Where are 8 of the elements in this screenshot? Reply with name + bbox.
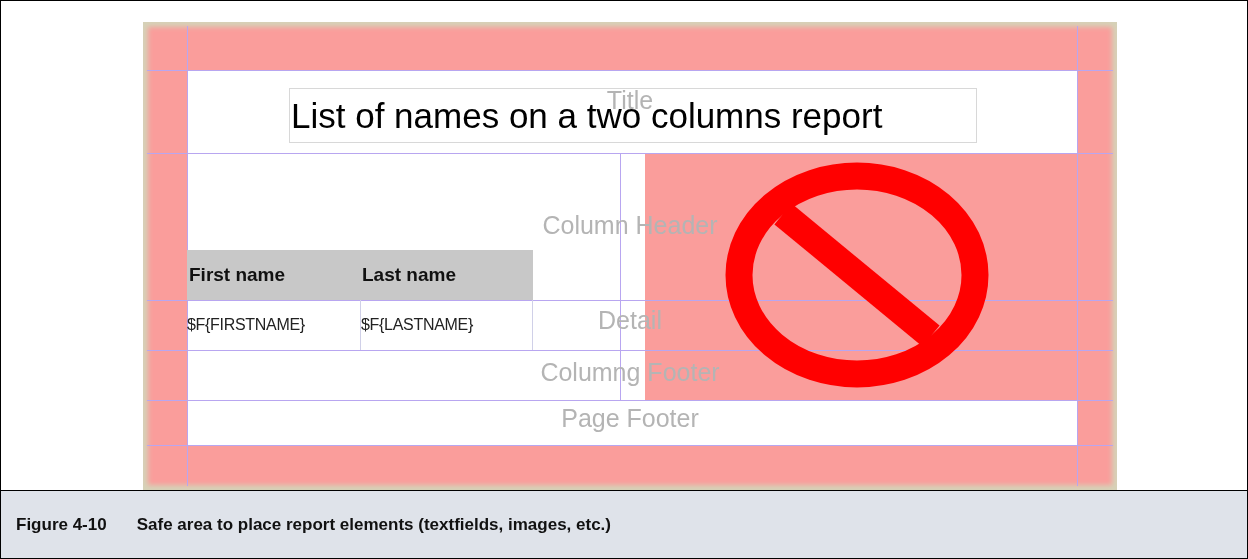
column-header-label[interactable]: First name — [189, 264, 286, 286]
detail-field[interactable]: $F{FIRSTNAME} — [187, 300, 361, 350]
figure-caption: Safe area to place report elements (textfields, images, etc.) — [136, 514, 611, 535]
detail-field[interactable]: $F{LASTNAME} — [361, 300, 533, 350]
prohibition-sign-icon — [725, 162, 989, 388]
band-label: Page Footer — [561, 403, 699, 433]
figure-number: Figure 4-10 — [16, 514, 107, 535]
column-header-label[interactable]: Last name — [362, 264, 456, 286]
